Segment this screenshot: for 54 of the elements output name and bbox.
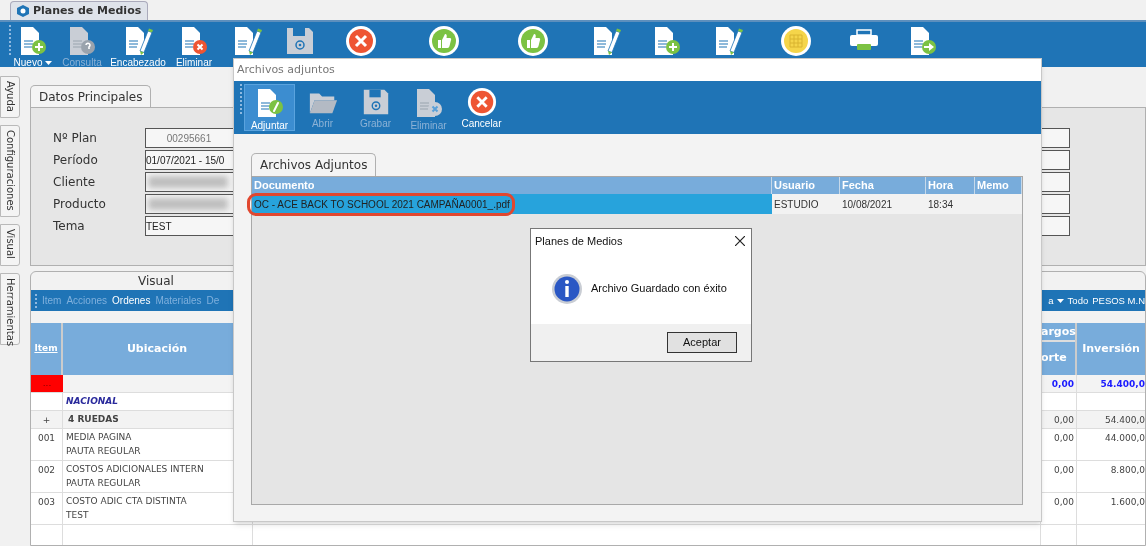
close-circle-icon bbox=[345, 25, 377, 57]
side-tab[interactable]: Visual bbox=[0, 224, 20, 266]
field-label: Cliente bbox=[53, 174, 97, 191]
table-cell-text: 54.400,0 bbox=[1099, 378, 1145, 391]
panel-tab[interactable]: Archivos Adjuntos bbox=[251, 153, 377, 176]
column-header[interactable]: orte bbox=[1041, 342, 1075, 375]
table-cell-text: 54.400,0 bbox=[1103, 414, 1145, 427]
column-header[interactable]: Inversión bbox=[1077, 323, 1145, 375]
menu-tab[interactable]: Ordenes bbox=[112, 293, 151, 309]
window-title: Archivos adjuntos bbox=[237, 61, 335, 78]
table-cell-text: 1.600,0 bbox=[1109, 496, 1145, 509]
close-icon[interactable] bbox=[735, 236, 745, 246]
table-cell-text: 8.800,0 bbox=[1109, 464, 1145, 477]
toolbar-button[interactable]: Adjuntar bbox=[244, 84, 295, 131]
menu-tab[interactable]: Acciones bbox=[66, 293, 108, 309]
toolbar-button[interactable]: Cancelar bbox=[456, 84, 507, 131]
table-cell-text: 44.000,0 bbox=[1103, 432, 1145, 445]
table-cell: + bbox=[31, 411, 63, 428]
table-cell: 003 bbox=[31, 493, 63, 524]
menu-tab[interactable]: Item bbox=[42, 293, 62, 309]
thumbs-up-icon bbox=[516, 25, 549, 57]
toolbar-button[interactable]: Encabezado bbox=[109, 25, 167, 68]
window-title: Planes de Medios bbox=[535, 233, 623, 249]
field-label: Nº Plan bbox=[53, 130, 98, 147]
app-logo-icon bbox=[17, 5, 29, 17]
table-cell-text: 18:34 bbox=[928, 197, 954, 212]
menu-tab[interactable]: De bbox=[206, 293, 220, 309]
table-cell: 001 bbox=[31, 429, 63, 460]
toolbar-button[interactable]: Eliminar bbox=[167, 25, 221, 68]
table-cell-text: ESTUDIO bbox=[774, 197, 819, 212]
thumbs-up-icon bbox=[427, 25, 460, 57]
ok-button[interactable]: Aceptar bbox=[667, 332, 737, 353]
menu-item[interactable]: Todo bbox=[1064, 293, 1089, 308]
table-cell: 002 bbox=[31, 461, 63, 492]
message-text: Archivo Guardado con éxito bbox=[591, 281, 727, 297]
field-label: Período bbox=[53, 152, 99, 169]
grid-circle-icon bbox=[780, 25, 812, 57]
menu-tab[interactable]: Materiales bbox=[155, 293, 202, 309]
menu-item[interactable]: a bbox=[1045, 293, 1064, 308]
field-label: Producto bbox=[53, 196, 107, 213]
app-tab[interactable]: Planes de Medios bbox=[10, 1, 149, 20]
field-label: Tema bbox=[53, 218, 86, 235]
table-cell-text: OC - ACE BACK TO SCHOOL 2021 CAMPAÑA0001_.pdf bbox=[254, 197, 510, 212]
toolbar-button[interactable]: Nuevo bbox=[11, 25, 55, 68]
menu-item[interactable]: PESOS M.N bbox=[1089, 293, 1145, 308]
panel-title: Visual bbox=[137, 273, 175, 291]
side-tab[interactable]: Herramientas bbox=[0, 273, 20, 345]
row-marker[interactable]: ... bbox=[31, 375, 63, 392]
close-circle-icon bbox=[465, 87, 498, 117]
panel-tab[interactable]: Datos Principales bbox=[30, 85, 152, 107]
table-cell-text: 10/08/2021 bbox=[842, 197, 893, 212]
side-tab[interactable]: Configuraciones bbox=[0, 125, 20, 217]
info-icon bbox=[551, 272, 583, 305]
side-tab[interactable]: Ayuda bbox=[0, 76, 20, 118]
